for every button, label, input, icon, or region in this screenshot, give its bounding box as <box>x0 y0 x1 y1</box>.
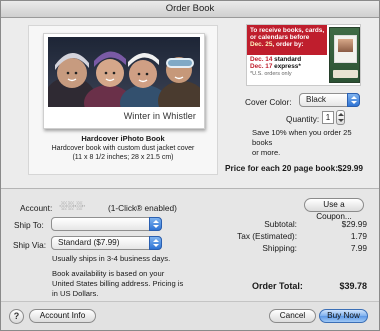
promo-line: To receive books, cards, <box>250 27 325 34</box>
order-book-window: Order Book Winter in Whistler Hardcover … <box>0 0 380 331</box>
gift-book-image <box>329 27 360 83</box>
order-total-value: $39.78 <box>339 281 367 291</box>
ship-to-label: Ship To: <box>14 220 44 230</box>
discount-line: or more. <box>252 148 281 157</box>
promo-line: or calendars before <box>250 34 310 41</box>
use-coupon-button[interactable]: Use a Coupon... <box>304 198 364 221</box>
promo-line: Dec. 14 standard <box>250 56 328 63</box>
cancel-button[interactable]: Cancel <box>269 309 316 323</box>
ship-via-label: Ship Via: <box>13 240 47 250</box>
book-preview: Winter in Whistler Hardcover iPhoto Book… <box>28 25 218 175</box>
book-name: Hardcover iPhoto Book <box>81 134 165 143</box>
subtotal-value: $29.99 <box>341 219 367 229</box>
price-per-book-value: $29.99 <box>337 163 363 173</box>
quantity-label: Quantity: <box>286 114 320 124</box>
ship-via-value: Standard ($7.99) <box>58 238 120 247</box>
book-description: Hardcover book with custom dust jacket c… <box>29 144 217 162</box>
cover-photo-art <box>48 37 200 107</box>
gift-ribbon <box>333 70 358 78</box>
bulk-discount-note: Save 10% when you order 25 books or more… <box>252 128 372 158</box>
availability-line: Book availability is based on your <box>52 269 165 278</box>
cover-color-select[interactable]: Black <box>299 93 360 107</box>
promo-date: Dec. 14 <box>250 56 273 63</box>
quantity-field[interactable]: 1 <box>322 111 334 124</box>
chevron-updown-icon <box>347 93 360 107</box>
book-size-line: (11 x 8 1/2 inches; 28 x 21.5 cm) <box>72 154 174 161</box>
shipping-cost-label: Shipping: <box>262 243 297 253</box>
availability-note: Book availability is based on your Unite… <box>52 269 212 299</box>
shipping-cost-value: 7.99 <box>350 243 367 253</box>
subtotal-label: Subtotal: <box>264 219 297 229</box>
quantity-stepper[interactable] <box>336 110 345 125</box>
promo-dates: Dec. 14 standard Dec. 17 express* *U.S. … <box>250 56 328 78</box>
shipping-time-note: Usually ships in 3-4 business days. <box>52 254 171 263</box>
promo-line: Dec. 25, order by: <box>250 41 325 48</box>
account-masked: ∙░∙░∙∙░∙∙ <box>59 201 85 210</box>
window-title: Order Book <box>1 1 379 18</box>
availability-line: United States billing address. Pricing i… <box>52 279 184 288</box>
availability-line: in US Dollars. <box>52 289 99 298</box>
buy-now-button[interactable]: Buy Now <box>319 309 368 323</box>
gift-book-photo <box>338 39 353 52</box>
promo-headline: To receive books, cards, or calendars be… <box>247 25 327 55</box>
ship-via-select[interactable]: Standard ($7.99) <box>51 236 162 250</box>
one-click-status: (1-Click® enabled) <box>108 203 177 213</box>
gift-book <box>334 35 357 63</box>
cover-title-text: Winter in Whistler <box>123 111 196 121</box>
chevron-updown-icon <box>149 236 162 250</box>
cover-photo <box>48 37 200 107</box>
promo-line: Dec. 17 express* <box>250 63 328 70</box>
chevron-updown-icon <box>149 217 162 231</box>
discount-line: Save 10% when you order 25 books <box>252 128 352 147</box>
promo-date: Dec. 17 <box>250 63 273 71</box>
promo-text: , order by: <box>272 41 304 48</box>
account-label: Account: <box>20 203 53 213</box>
promo-footnote: *U.S. orders only <box>250 70 292 77</box>
tax-label: Tax (Estimated): <box>237 231 297 241</box>
cover-color-label: Cover Color: <box>245 97 292 107</box>
account-info-button[interactable]: Account Info <box>29 309 96 323</box>
ship-to-select[interactable] <box>51 217 162 231</box>
help-button[interactable]: ? <box>9 309 24 324</box>
holiday-delivery-promo[interactable]: To receive books, cards, or calendars be… <box>246 24 361 86</box>
promo-date: Dec. 25 <box>250 41 273 48</box>
cover-color-value: Black <box>306 95 327 104</box>
promo-text: standard <box>272 56 302 63</box>
promo-text: express* <box>272 63 301 71</box>
order-total-label: Order Total: <box>252 281 303 291</box>
book-cover-image: Winter in Whistler <box>43 33 205 129</box>
book-description-line: Hardcover book with custom dust jacket c… <box>51 145 195 152</box>
tax-value: 1.79 <box>350 231 367 241</box>
